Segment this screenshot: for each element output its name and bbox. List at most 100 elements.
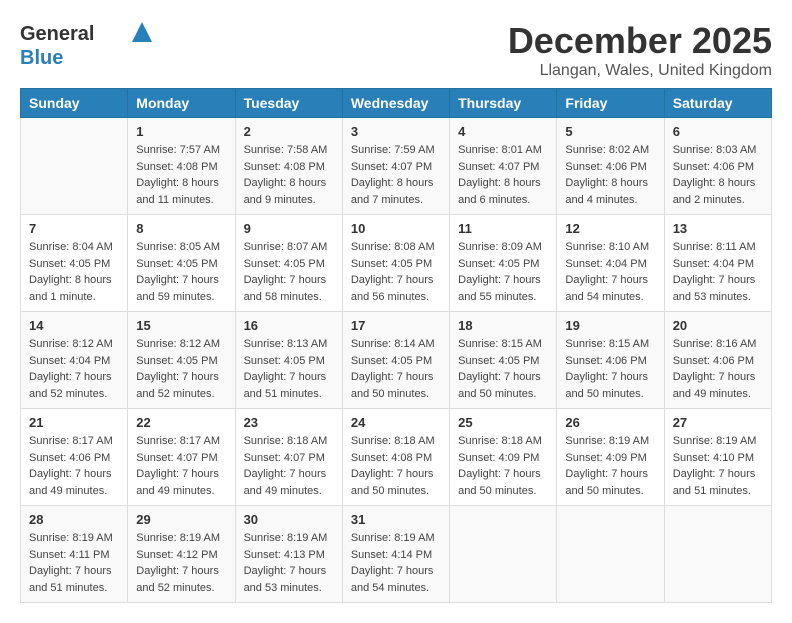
calendar-week-3: 14Sunrise: 8:12 AM Sunset: 4:04 PM Dayli…: [21, 312, 772, 409]
calendar-cell-w3-d6: 20Sunrise: 8:16 AM Sunset: 4:06 PM Dayli…: [664, 312, 771, 409]
day-info: Sunrise: 8:19 AM Sunset: 4:11 PM Dayligh…: [29, 530, 119, 596]
day-info: Sunrise: 7:59 AM Sunset: 4:07 PM Dayligh…: [351, 142, 441, 208]
day-number: 12: [565, 221, 655, 236]
calendar-cell-w3-d4: 18Sunrise: 8:15 AM Sunset: 4:05 PM Dayli…: [450, 312, 557, 409]
day-info: Sunrise: 8:18 AM Sunset: 4:09 PM Dayligh…: [458, 433, 548, 499]
day-info: Sunrise: 8:19 AM Sunset: 4:14 PM Dayligh…: [351, 530, 441, 596]
calendar-cell-w5-d1: 29Sunrise: 8:19 AM Sunset: 4:12 PM Dayli…: [128, 506, 235, 603]
calendar-week-2: 7 Sunrise: 8:04 AM Sunset: 4:05 PM Daylig…: [21, 215, 772, 312]
calendar-table: Sunday Monday Tuesday Wednesday Thursday…: [20, 88, 772, 603]
day-number: 18: [458, 318, 548, 333]
calendar-cell-w3-d2: 16 Sunrise: 8:13 AM Sunset: 4:05 PM Dayli…: [235, 312, 342, 409]
calendar-cell-w2-d1: 8 Sunrise: 8:05 AM Sunset: 4:05 PM Daylig…: [128, 215, 235, 312]
calendar-cell-w3-d5: 19Sunrise: 8:15 AM Sunset: 4:06 PM Dayli…: [557, 312, 664, 409]
day-number: 25: [458, 415, 548, 430]
day-number: 2: [244, 124, 334, 139]
svg-text:General: General: [20, 23, 94, 44]
day-number: 5: [565, 124, 655, 139]
calendar-cell-w4-d5: 26 Sunrise: 8:19 AM Sunset: 4:09 PM Dayli…: [557, 409, 664, 506]
calendar-cell-w5-d6: [664, 506, 771, 603]
day-number: 21: [29, 415, 119, 430]
day-number: 26: [565, 415, 655, 430]
day-number: 11: [458, 221, 548, 236]
day-info: Sunrise: 8:15 AM Sunset: 4:06 PM Dayligh…: [565, 336, 655, 402]
calendar-cell-w5-d3: 31 Sunrise: 8:19 AM Sunset: 4:14 PM Dayli…: [342, 506, 449, 603]
header-friday: Friday: [557, 89, 664, 118]
day-info: Sunrise: 8:05 AM Sunset: 4:05 PM Dayligh…: [136, 239, 226, 305]
day-number: 1: [136, 124, 226, 139]
calendar-cell-w4-d1: 22 Sunrise: 8:17 AM Sunset: 4:07 PM Dayli…: [128, 409, 235, 506]
calendar-cell-w2-d3: 10Sunrise: 8:08 AM Sunset: 4:05 PM Dayli…: [342, 215, 449, 312]
day-info: Sunrise: 8:02 AM Sunset: 4:06 PM Dayligh…: [565, 142, 655, 208]
day-info: Sunrise: 8:19 AM Sunset: 4:12 PM Dayligh…: [136, 530, 226, 596]
day-number: 22: [136, 415, 226, 430]
day-info: Sunrise: 8:17 AM Sunset: 4:06 PM Dayligh…: [29, 433, 119, 499]
calendar-week-1: 1 Sunrise: 7:57 AM Sunset: 4:08 PM Daylig…: [21, 118, 772, 215]
calendar-cell-w2-d5: 12 Sunrise: 8:10 AM Sunset: 4:04 PM Dayli…: [557, 215, 664, 312]
calendar-cell-w2-d6: 13 Sunrise: 8:11 AM Sunset: 4:04 PM Dayli…: [664, 215, 771, 312]
day-number: 7: [29, 221, 119, 236]
calendar-cell-w4-d3: 24 Sunrise: 8:18 AM Sunset: 4:08 PM Dayli…: [342, 409, 449, 506]
calendar-cell-w5-d2: 30Sunrise: 8:19 AM Sunset: 4:13 PM Dayli…: [235, 506, 342, 603]
day-number: 13: [673, 221, 763, 236]
day-info: Sunrise: 8:11 AM Sunset: 4:04 PM Dayligh…: [673, 239, 763, 305]
header-wednesday: Wednesday: [342, 89, 449, 118]
month-title: December 2025: [508, 20, 772, 62]
day-number: 24: [351, 415, 441, 430]
day-info: Sunrise: 8:19 AM Sunset: 4:10 PM Dayligh…: [673, 433, 763, 499]
header-thursday: Thursday: [450, 89, 557, 118]
location-text: Llangan, Wales, United Kingdom: [508, 62, 772, 80]
day-info: Sunrise: 8:07 AM Sunset: 4:05 PM Dayligh…: [244, 239, 334, 305]
calendar-cell-w1-d5: 5 Sunrise: 8:02 AM Sunset: 4:06 PM Daylig…: [557, 118, 664, 215]
calendar-cell-w1-d0: [21, 118, 128, 215]
day-info: Sunrise: 8:16 AM Sunset: 4:06 PM Dayligh…: [673, 336, 763, 402]
day-info: Sunrise: 7:58 AM Sunset: 4:08 PM Dayligh…: [244, 142, 334, 208]
calendar-cell-w1-d2: 2 Sunrise: 7:58 AM Sunset: 4:08 PM Daylig…: [235, 118, 342, 215]
header-saturday: Saturday: [664, 89, 771, 118]
title-section: December 2025 Llangan, Wales, United Kin…: [508, 20, 772, 80]
calendar-cell-w2-d4: 11 Sunrise: 8:09 AM Sunset: 4:05 PM Dayli…: [450, 215, 557, 312]
calendar-cell-w3-d1: 15Sunrise: 8:12 AM Sunset: 4:05 PM Dayli…: [128, 312, 235, 409]
header-monday: Monday: [128, 89, 235, 118]
day-number: 3: [351, 124, 441, 139]
day-info: Sunrise: 8:01 AM Sunset: 4:07 PM Dayligh…: [458, 142, 548, 208]
day-info: Sunrise: 8:09 AM Sunset: 4:05 PM Dayligh…: [458, 239, 548, 305]
day-number: 28: [29, 512, 119, 527]
day-info: Sunrise: 8:17 AM Sunset: 4:07 PM Dayligh…: [136, 433, 226, 499]
calendar-cell-w3-d0: 14Sunrise: 8:12 AM Sunset: 4:04 PM Dayli…: [21, 312, 128, 409]
day-number: 16: [244, 318, 334, 333]
calendar-cell-w5-d4: [450, 506, 557, 603]
day-number: 31: [351, 512, 441, 527]
day-number: 10: [351, 221, 441, 236]
calendar-week-4: 21 Sunrise: 8:17 AM Sunset: 4:06 PM Dayli…: [21, 409, 772, 506]
calendar-cell-w1-d1: 1 Sunrise: 7:57 AM Sunset: 4:08 PM Daylig…: [128, 118, 235, 215]
logo-general-svg: General: [20, 20, 130, 44]
day-info: Sunrise: 8:18 AM Sunset: 4:07 PM Dayligh…: [244, 433, 334, 499]
calendar-week-5: 28 Sunrise: 8:19 AM Sunset: 4:11 PM Dayli…: [21, 506, 772, 603]
day-number: 23: [244, 415, 334, 430]
day-info: Sunrise: 8:18 AM Sunset: 4:08 PM Dayligh…: [351, 433, 441, 499]
calendar-cell-w4-d4: 25 Sunrise: 8:18 AM Sunset: 4:09 PM Dayli…: [450, 409, 557, 506]
day-number: 9: [244, 221, 334, 236]
day-info: Sunrise: 8:19 AM Sunset: 4:09 PM Dayligh…: [565, 433, 655, 499]
logo-wing-icon: [132, 22, 152, 42]
day-info: Sunrise: 8:14 AM Sunset: 4:05 PM Dayligh…: [351, 336, 441, 402]
day-number: 4: [458, 124, 548, 139]
day-info: Sunrise: 7:57 AM Sunset: 4:08 PM Dayligh…: [136, 142, 226, 208]
svg-text:Blue: Blue: [20, 47, 63, 68]
day-number: 14: [29, 318, 119, 333]
calendar-cell-w1-d4: 4 Sunrise: 8:01 AM Sunset: 4:07 PM Daylig…: [450, 118, 557, 215]
calendar-header-row: Sunday Monday Tuesday Wednesday Thursday…: [21, 89, 772, 118]
page-header: General Blue December 2025 Llangan, Wale…: [20, 20, 772, 80]
logo-blue-svg: Blue: [20, 44, 70, 68]
day-number: 8: [136, 221, 226, 236]
day-info: Sunrise: 8:10 AM Sunset: 4:04 PM Dayligh…: [565, 239, 655, 305]
day-number: 15: [136, 318, 226, 333]
day-info: Sunrise: 8:04 AM Sunset: 4:05 PM Dayligh…: [29, 239, 119, 305]
calendar-cell-w5-d0: 28 Sunrise: 8:19 AM Sunset: 4:11 PM Dayli…: [21, 506, 128, 603]
calendar-cell-w2-d2: 9 Sunrise: 8:07 AM Sunset: 4:05 PM Daylig…: [235, 215, 342, 312]
logo: General Blue: [20, 20, 152, 68]
day-info: Sunrise: 8:13 AM Sunset: 4:05 PM Dayligh…: [244, 336, 334, 402]
calendar-cell-w1-d3: 3 Sunrise: 7:59 AM Sunset: 4:07 PM Daylig…: [342, 118, 449, 215]
calendar-cell-w4-d6: 27Sunrise: 8:19 AM Sunset: 4:10 PM Dayli…: [664, 409, 771, 506]
